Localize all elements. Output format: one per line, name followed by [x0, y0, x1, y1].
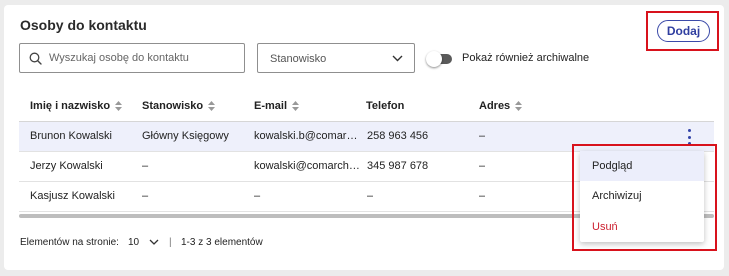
column-header-address[interactable]: Adres [479, 100, 523, 112]
cell-phone: 258 963 456 [367, 130, 429, 142]
per-page-label: Elementów na stronie: [20, 237, 119, 248]
chevron-down-icon [392, 55, 403, 62]
cell-email: kowalski.b@comar… [254, 130, 358, 142]
pagination-divider: | [169, 237, 172, 248]
sort-icon [208, 101, 216, 111]
cell-position: – [142, 160, 149, 172]
pagination-range: 1-3 z 3 elementów [181, 237, 263, 248]
archived-toggle[interactable] [426, 51, 458, 67]
search-field[interactable] [19, 43, 245, 73]
add-button-highlight: Dodaj [646, 11, 719, 51]
sort-icon [115, 101, 123, 111]
cell-address: – [479, 130, 486, 142]
cell-email: kowalski@comarch… [254, 160, 360, 172]
position-select[interactable]: Stanowisko [257, 43, 415, 73]
cell-address: – [479, 190, 486, 202]
menu-item-preview[interactable]: Podgląd [580, 151, 704, 181]
column-header-name[interactable]: Imię i nazwisko [30, 100, 123, 112]
column-header-email[interactable]: E-mail [254, 100, 300, 112]
cell-phone: – [367, 190, 374, 202]
row-context-menu: Podgląd Archiwizuj Usuń [580, 151, 704, 242]
sort-icon [292, 101, 300, 111]
archived-toggle-label: Pokaż również archiwalne [462, 52, 590, 64]
sort-icon [515, 101, 523, 111]
search-input[interactable] [47, 49, 237, 67]
cell-name: Brunon Kowalski [30, 130, 112, 142]
cell-address: – [479, 160, 486, 172]
chevron-down-icon[interactable] [149, 239, 159, 246]
cell-position: Główny Księgowy [142, 130, 229, 142]
menu-item-archive[interactable]: Archiwizuj [580, 181, 704, 211]
panel-title: Osoby do kontaktu [20, 17, 147, 33]
per-page-value[interactable]: 10 [128, 237, 139, 248]
column-header-position[interactable]: Stanowisko [142, 100, 216, 112]
cell-name: Kasjusz Kowalski [30, 190, 115, 202]
column-header-phone: Telefon [366, 100, 405, 112]
position-select-value: Stanowisko [270, 53, 327, 65]
search-icon [29, 52, 42, 65]
menu-item-delete[interactable]: Usuń [580, 212, 704, 242]
toggle-knob [426, 51, 442, 67]
cell-email: – [254, 190, 261, 202]
add-button[interactable]: Dodaj [657, 20, 710, 42]
cell-position: – [142, 190, 149, 202]
cell-name: Jerzy Kowalski [30, 160, 103, 172]
cell-phone: 345 987 678 [367, 160, 429, 172]
